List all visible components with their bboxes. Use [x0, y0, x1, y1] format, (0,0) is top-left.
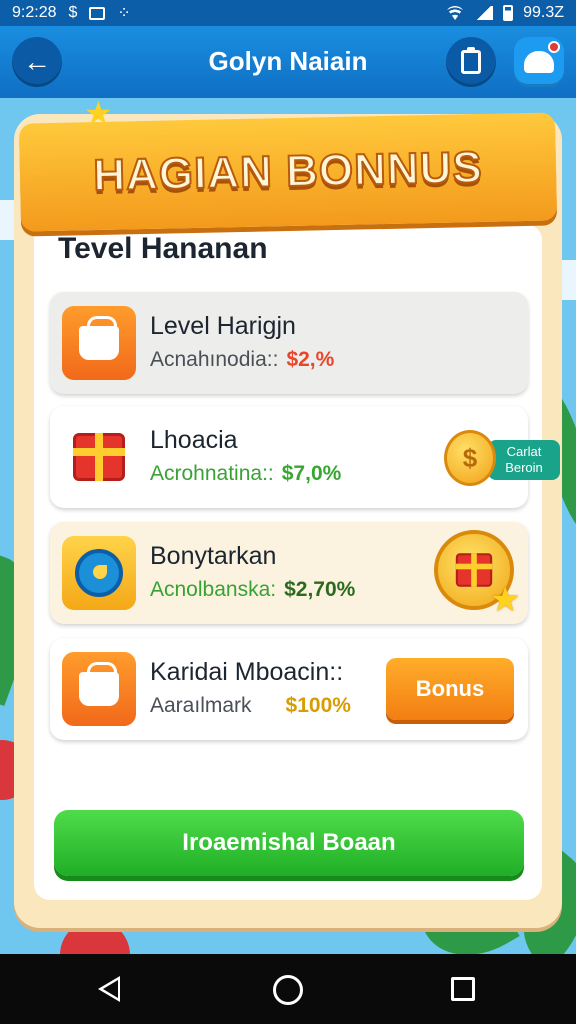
reward-subline: Aaraılmark $100%: [150, 694, 351, 718]
claim-bonus-button[interactable]: Iroaemishal Boaan: [54, 810, 524, 876]
reward-subline: Acnolbanska: $2,70%: [150, 578, 355, 602]
gift-medal-icon: ★: [434, 530, 520, 619]
notification-button[interactable]: [514, 37, 564, 87]
bonus-button[interactable]: Bonus: [386, 658, 514, 720]
app-title: Golyn Naiain: [208, 46, 368, 76]
arrow-left-icon: ←: [23, 46, 51, 77]
nav-back-icon[interactable]: [98, 976, 120, 1002]
reward-sub-label: Aaraılmark: [150, 694, 252, 717]
coin-icon: $: [444, 430, 496, 486]
nav-recent-apps-icon[interactable]: [451, 977, 475, 1001]
nav-home-icon[interactable]: [273, 975, 303, 1005]
clock-icon: [62, 536, 136, 610]
clipboard-icon: [461, 47, 481, 74]
clipboard-button[interactable]: [446, 37, 496, 87]
system-nav-bar: [0, 954, 576, 1024]
star-icon: ★: [84, 95, 113, 131]
claim-coin-button[interactable]: Carlat Beroin $: [444, 430, 564, 486]
reward-row[interactable]: Bonytarkan Acnolbanska: $2,70% ★: [50, 522, 528, 624]
star-icon: ★: [490, 581, 521, 619]
reward-subline: Acnahınodia:: $2,%: [150, 348, 334, 372]
back-button[interactable]: ←: [12, 37, 62, 87]
reward-value: $100%: [285, 694, 351, 717]
image-icon: [89, 6, 106, 20]
signal-icon: [475, 6, 494, 20]
wifi-icon: [445, 6, 466, 20]
battery-level: 99.3Z: [523, 4, 564, 21]
app-bar: ← Golyn Naiain: [0, 26, 576, 98]
gift-box-icon: [62, 420, 136, 494]
claim-label: Carlat Beroin: [488, 440, 560, 480]
notification-dot: [548, 41, 560, 53]
reward-name: Bonytarkan: [150, 542, 277, 570]
dollar-icon: $: [68, 4, 78, 21]
banner-title: HAGIAN BONNUS: [92, 142, 484, 201]
shopping-basket-icon: [62, 652, 136, 726]
reward-name: Level Harigjn: [150, 312, 296, 340]
reward-name: Lhoacia: [150, 426, 238, 454]
basket-icon: [62, 306, 136, 380]
reward-sub-label: Acnahınodia::: [150, 348, 279, 371]
reward-subline: Acrohnatina:: $7,0%: [150, 462, 341, 486]
status-time: 9:2:28: [12, 4, 57, 21]
section-title: Tevel Hananan: [58, 232, 268, 265]
reward-row[interactable]: Karidai Mboacin:: Aaraılmark $100% Bonus: [50, 638, 528, 740]
reward-value: $2,70%: [284, 578, 356, 601]
bell-icon: [524, 51, 554, 73]
reward-name: Karidai Mboacin::: [150, 658, 344, 686]
reward-sub-label: Acrohnatina::: [150, 462, 274, 485]
reward-value: $7,0%: [281, 462, 342, 485]
reward-sub-label: Acnolbanska:: [150, 578, 277, 601]
reward-row[interactable]: Lhoacia Acrohnatina:: $7,0% Carlat Beroin…: [50, 406, 560, 508]
battery-icon: [503, 5, 514, 21]
reward-value: $2,%: [286, 348, 335, 371]
sync-icon: ⁘: [117, 5, 131, 22]
status-bar: 9:2:28 $ ⁘ 99.3Z: [0, 0, 576, 26]
reward-row[interactable]: Level Harigjn Acnahınodia:: $2,%: [50, 292, 528, 394]
